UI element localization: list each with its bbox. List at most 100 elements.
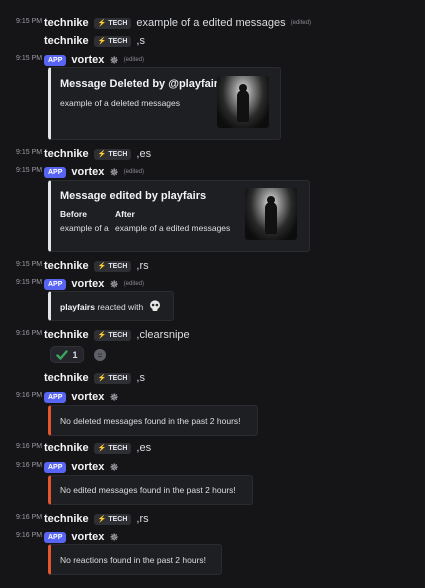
message-text: ,rs bbox=[136, 513, 149, 525]
message-row: 9:15 PM APP vortex ✵ (edited) bbox=[0, 52, 425, 68]
username[interactable]: vortex bbox=[71, 54, 104, 66]
username[interactable]: technike bbox=[44, 35, 89, 47]
verified-icon: ✵ bbox=[109, 391, 119, 404]
message-row: 9:16 PM technike ⚡ TECH ,es bbox=[0, 440, 425, 456]
embed-title: Message Deleted by @playfairs bbox=[60, 78, 225, 90]
message-text: ,rs bbox=[136, 260, 149, 272]
tech-badge: ⚡ TECH bbox=[93, 148, 132, 160]
message-text: ,s bbox=[136, 372, 145, 384]
tech-badge: ⚡ TECH bbox=[93, 442, 132, 454]
reaction-text: reacted with bbox=[97, 302, 144, 312]
embed-thumbnail[interactable] bbox=[245, 188, 297, 240]
reaction-count: 1 bbox=[72, 349, 78, 360]
no-reactions-embed: No reactions found in the past 2 hours! bbox=[48, 544, 222, 575]
timestamp: 9:15 PM bbox=[16, 18, 43, 25]
check-mark-icon bbox=[56, 349, 69, 360]
message-row: 9:16 PM APP vortex ✵ bbox=[0, 459, 425, 475]
timestamp: 9:15 PM bbox=[16, 279, 43, 286]
verified-icon: ✵ bbox=[109, 461, 119, 474]
app-badge: APP bbox=[44, 531, 67, 543]
username[interactable]: vortex bbox=[71, 391, 104, 403]
message-text: ,s bbox=[136, 35, 145, 47]
tech-badge: ⚡ TECH bbox=[93, 372, 132, 384]
lightning-icon: ⚡ bbox=[97, 151, 107, 158]
tech-badge: ⚡ TECH bbox=[93, 513, 132, 525]
no-edited-embed: No edited messages found in the past 2 h… bbox=[48, 475, 253, 505]
timestamp: 9:16 PM bbox=[16, 514, 43, 521]
timestamp: 9:16 PM bbox=[16, 462, 43, 469]
app-badge: APP bbox=[44, 166, 67, 178]
edited-label: (edited) bbox=[290, 20, 311, 26]
username[interactable]: technike bbox=[44, 148, 89, 160]
add-reaction-button[interactable] bbox=[89, 346, 110, 363]
message-text: ,clearsnipe bbox=[136, 329, 190, 341]
embed-description: No deleted messages found in the past 2 … bbox=[60, 416, 241, 426]
verified-icon: ✵ bbox=[109, 166, 119, 179]
timestamp: 9:15 PM bbox=[16, 261, 43, 268]
embed-description: No reactions found in the past 2 hours! bbox=[60, 555, 207, 565]
message-row: 9:15 PM technike ⚡ TECH ,es bbox=[0, 146, 425, 162]
username[interactable]: technike bbox=[44, 442, 89, 454]
tech-badge: ⚡ TECH bbox=[93, 260, 132, 272]
message-row: 9:16 PM technike ⚡ TECH ,clearsnipe bbox=[0, 327, 425, 343]
app-badge: APP bbox=[44, 278, 67, 290]
edited-message-embed: Message edited by playfairs Before After… bbox=[48, 180, 310, 252]
after-label: After bbox=[115, 209, 135, 219]
username[interactable]: technike bbox=[44, 260, 89, 272]
username[interactable]: technike bbox=[44, 17, 89, 29]
edited-label: (edited) bbox=[123, 281, 144, 287]
message-row: 9:15 PM APP vortex ✵ (edited) bbox=[0, 164, 425, 180]
username[interactable]: vortex bbox=[71, 278, 104, 290]
timestamp: 9:16 PM bbox=[16, 532, 43, 539]
timestamp: 9:16 PM bbox=[16, 443, 43, 450]
add-reaction-icon bbox=[93, 348, 106, 361]
reaction-log-embed: playfairs reacted with bbox=[48, 291, 174, 321]
timestamp: 9:15 PM bbox=[16, 167, 43, 174]
timestamp: 9:15 PM bbox=[16, 55, 43, 62]
after-value: example of a edited messages bbox=[115, 223, 231, 233]
message-row: 9:15 PM technike ⚡ TECH example of a edit… bbox=[0, 15, 425, 31]
tech-badge: ⚡ TECH bbox=[93, 329, 132, 341]
lightning-icon: ⚡ bbox=[97, 20, 107, 27]
username[interactable]: technike bbox=[44, 513, 89, 525]
edited-label: (edited) bbox=[123, 169, 144, 175]
message-text: ,es bbox=[136, 148, 152, 160]
verified-icon: ✵ bbox=[109, 54, 119, 67]
app-badge: APP bbox=[44, 391, 67, 403]
lightning-icon: ⚡ bbox=[97, 445, 107, 452]
message-text: example of a edited messages bbox=[136, 17, 286, 29]
username[interactable]: technike bbox=[44, 329, 89, 341]
lightning-icon: ⚡ bbox=[97, 263, 107, 270]
message-row: 9:16 PM APP vortex ✵ bbox=[0, 529, 425, 545]
edited-label: (edited) bbox=[123, 57, 144, 63]
username[interactable]: vortex bbox=[71, 531, 104, 543]
verified-icon: ✵ bbox=[109, 278, 119, 291]
message-text: ,es bbox=[136, 442, 152, 454]
lightning-icon: ⚡ bbox=[97, 375, 107, 382]
reaction-user[interactable]: playfairs bbox=[60, 302, 95, 312]
app-badge: APP bbox=[44, 54, 67, 66]
embed-description: example of a deleted messages bbox=[60, 98, 181, 108]
verified-icon: ✵ bbox=[109, 531, 119, 544]
timestamp: 9:16 PM bbox=[16, 330, 43, 337]
no-deleted-embed: No deleted messages found in the past 2 … bbox=[48, 405, 258, 436]
before-value: example of a bbox=[60, 223, 109, 233]
embed-title: Message edited by playfairs bbox=[60, 190, 207, 202]
message-row: 9:16 PM APP vortex ✵ bbox=[0, 389, 425, 405]
embed-thumbnail[interactable] bbox=[217, 76, 269, 128]
message-row: technike ⚡ TECH ,s bbox=[0, 370, 425, 386]
app-badge: APP bbox=[44, 461, 67, 473]
before-label: Before bbox=[60, 209, 87, 219]
message-row: 9:15 PM APP vortex ✵ (edited) bbox=[0, 276, 425, 292]
lightning-icon: ⚡ bbox=[97, 332, 107, 339]
deleted-message-embed: Message Deleted by @playfairs example of… bbox=[48, 67, 281, 140]
username[interactable]: technike bbox=[44, 372, 89, 384]
username[interactable]: vortex bbox=[71, 166, 104, 178]
lightning-icon: ⚡ bbox=[97, 516, 107, 523]
timestamp: 9:15 PM bbox=[16, 149, 43, 156]
skull-emoji-icon bbox=[149, 300, 160, 311]
username[interactable]: vortex bbox=[71, 461, 104, 473]
tech-badge: ⚡ TECH bbox=[93, 35, 132, 47]
message-row: 9:16 PM technike ⚡ TECH ,rs bbox=[0, 511, 425, 527]
reaction-check[interactable]: 1 bbox=[50, 346, 84, 363]
